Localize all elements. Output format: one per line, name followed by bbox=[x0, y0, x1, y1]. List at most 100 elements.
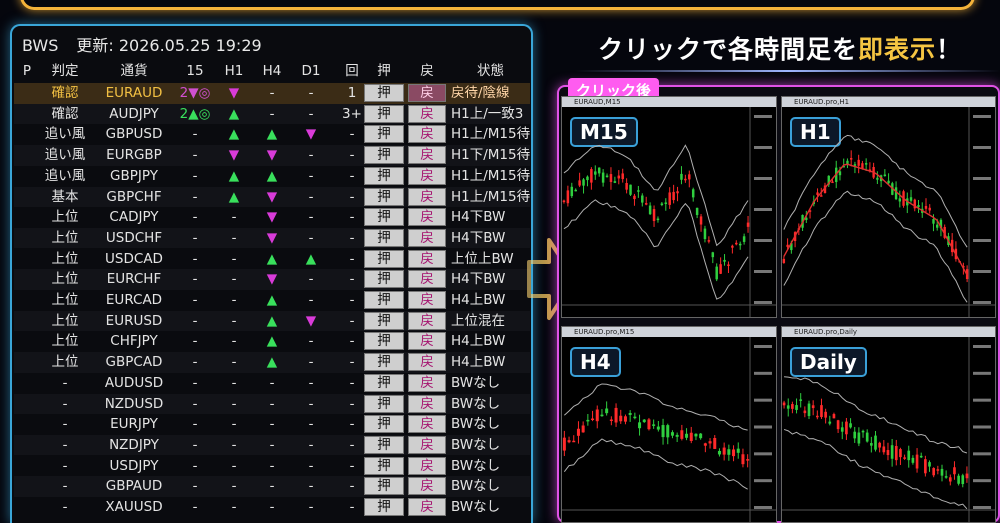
push-button[interactable]: 押 bbox=[364, 373, 404, 392]
back-button[interactable]: 戻 bbox=[408, 249, 446, 268]
back-button[interactable]: 戻 bbox=[408, 456, 446, 475]
cell-pair[interactable]: AUDJPY bbox=[94, 104, 174, 125]
table-row[interactable]: 追い風 GBPJPY - ▲ ▲ - - 押戻 H1上/M15待 bbox=[14, 166, 530, 187]
table-row[interactable]: 上位 CADJPY - - ▼ - - 押戻 H4下BW bbox=[14, 207, 530, 228]
table-row[interactable]: 基本 GBPCHF - ▲ ▼ - - 押戻 H1上/M15待 bbox=[14, 186, 530, 208]
back-button[interactable]: 戻 bbox=[408, 270, 446, 289]
push-button[interactable]: 押 bbox=[364, 228, 404, 247]
cell-pair[interactable]: NZDJPY bbox=[94, 435, 174, 456]
cell-state: H1下/M15待 bbox=[451, 147, 530, 164]
cell-judge: 上位 bbox=[51, 312, 79, 329]
cell-pair[interactable]: USDCHF bbox=[94, 228, 174, 249]
table-row[interactable]: 上位 EURUSD - - ▲ ▼ - 押戻上位混在 bbox=[14, 310, 530, 332]
table-row[interactable]: - NZDUSD - - - - - 押戻 BWなし bbox=[14, 393, 530, 415]
back-button[interactable]: 戻 bbox=[408, 187, 446, 206]
cell-m15: - bbox=[192, 126, 198, 143]
back-button[interactable]: 戻 bbox=[408, 498, 446, 516]
cell-pair[interactable]: GBPJPY bbox=[94, 166, 174, 187]
push-button[interactable]: 押 bbox=[364, 166, 404, 185]
back-button[interactable]: 戻 bbox=[408, 415, 446, 434]
table-row[interactable]: - GBPAUD - - - - - 押戻 BWなし bbox=[14, 476, 530, 497]
back-button[interactable]: 戻 bbox=[408, 104, 446, 123]
cell-pair[interactable]: GBPUSD bbox=[94, 124, 174, 145]
table-row[interactable]: - EURJPY - - - - - 押戻 BWなし bbox=[14, 414, 530, 435]
table-row[interactable]: 上位 USDCHF - - ▼ - - 押戻 H4下BW bbox=[14, 227, 530, 249]
push-button[interactable]: 押 bbox=[364, 435, 404, 454]
cell-pair[interactable]: EURCAD bbox=[94, 290, 174, 311]
push-button[interactable]: 押 bbox=[364, 84, 404, 102]
cell-pair[interactable]: CHFJPY bbox=[94, 331, 174, 352]
table-row[interactable]: 追い風 GBPUSD - ▲ ▲ ▼ - 押戻 H1上/M15待 bbox=[14, 124, 530, 145]
cell-pair[interactable]: GBPCAD bbox=[94, 352, 174, 373]
push-button[interactable]: 押 bbox=[364, 477, 404, 496]
push-button[interactable]: 押 bbox=[364, 311, 404, 330]
cell-h1: ▲ bbox=[228, 105, 240, 122]
cell-pair[interactable]: EURGBP bbox=[94, 145, 174, 166]
table-row[interactable]: - NZDJPY - - - - - 押戻 BWなし bbox=[14, 434, 530, 456]
cell-pair[interactable]: CADJPY bbox=[94, 207, 174, 228]
header-push: 押 bbox=[377, 63, 391, 79]
push-button[interactable]: 押 bbox=[364, 353, 404, 372]
push-button[interactable]: 押 bbox=[364, 187, 404, 206]
back-button[interactable]: 戻 bbox=[408, 332, 446, 351]
cell-p bbox=[18, 331, 36, 352]
push-button[interactable]: 押 bbox=[364, 104, 404, 123]
back-button[interactable]: 戻 bbox=[408, 435, 446, 454]
back-button[interactable]: 戻 bbox=[408, 84, 446, 102]
push-button[interactable]: 押 bbox=[364, 498, 404, 516]
chart-window-daily[interactable]: EURAUD.pro,Daily Daily bbox=[781, 326, 996, 523]
push-button[interactable]: 押 bbox=[364, 125, 404, 144]
table-row[interactable]: - XAUUSD - - - - - 押戻 BWなし bbox=[14, 497, 530, 518]
back-button[interactable]: 戻 bbox=[408, 373, 446, 392]
cell-pair[interactable]: GBPCHF bbox=[94, 187, 174, 208]
cell-pair[interactable]: EURUSD bbox=[94, 311, 174, 332]
chart-window-h1[interactable]: EURAUD.pro,H1 H1 bbox=[781, 96, 996, 318]
cell-judge: - bbox=[62, 478, 68, 495]
table-row[interactable]: 上位 GBPCAD - - ▲ - - 押戻 H4上BW bbox=[14, 352, 530, 373]
cell-d1: - bbox=[308, 416, 314, 433]
table-row[interactable]: 上位 EURCAD - - ▲ - - 押戻 H4上BW bbox=[14, 290, 530, 311]
push-button[interactable]: 押 bbox=[364, 456, 404, 475]
push-button[interactable]: 押 bbox=[364, 249, 404, 268]
back-button[interactable]: 戻 bbox=[408, 477, 446, 496]
back-button[interactable]: 戻 bbox=[408, 228, 446, 247]
push-button[interactable]: 押 bbox=[364, 415, 404, 434]
back-button[interactable]: 戻 bbox=[408, 353, 446, 372]
cell-pair[interactable]: EURAUD bbox=[94, 83, 174, 104]
push-button[interactable]: 押 bbox=[364, 208, 404, 227]
cell-judge: - bbox=[62, 416, 68, 433]
back-button[interactable]: 戻 bbox=[408, 291, 446, 309]
back-button[interactable]: 戻 bbox=[408, 208, 446, 227]
cell-d1: - bbox=[308, 457, 314, 474]
table-row[interactable]: 追い風 EURGBP - ▼ ▼ - - 押戻 H1下/M15待 bbox=[14, 145, 530, 166]
cell-d1: - bbox=[308, 292, 314, 308]
cell-pair[interactable]: EURCHF bbox=[94, 269, 174, 290]
table-row[interactable]: 上位 EURCHF - - ▼ - - 押戻 H4下BW bbox=[14, 269, 530, 290]
chart-window-h4[interactable]: EURAUD.pro,M15 H4 bbox=[561, 326, 777, 523]
cell-pair[interactable]: EURJPY bbox=[94, 414, 174, 435]
push-button[interactable]: 押 bbox=[364, 270, 404, 289]
table-row[interactable]: - AUDUSD - - - - - 押戻 BWなし bbox=[14, 373, 530, 394]
table-row[interactable]: 上位 USDCAD - - ▲ ▲ - 押戻上位上BW bbox=[14, 249, 530, 270]
table-row[interactable]: 確認 AUDJPY 2▲◎ ▲ - -3+ 押戻 H1上/一致3 bbox=[14, 103, 530, 125]
push-button[interactable]: 押 bbox=[364, 291, 404, 309]
back-button[interactable]: 戻 bbox=[408, 166, 446, 185]
cell-pair[interactable]: USDCAD bbox=[94, 249, 174, 270]
push-button[interactable]: 押 bbox=[364, 394, 404, 413]
chart-window-m15[interactable]: EURAUD,M15 M15 bbox=[561, 96, 777, 318]
cell-pair[interactable]: XAUUSD bbox=[94, 497, 174, 518]
back-button[interactable]: 戻 bbox=[408, 146, 446, 165]
back-button[interactable]: 戻 bbox=[408, 311, 446, 330]
table-row[interactable]: 上位 CHFJPY - - ▲ - - 押戻 H4上BW bbox=[14, 331, 530, 352]
back-button[interactable]: 戻 bbox=[408, 125, 446, 144]
push-button[interactable]: 押 bbox=[364, 146, 404, 165]
cell-pair[interactable]: GBPAUD bbox=[94, 476, 174, 497]
push-button[interactable]: 押 bbox=[364, 332, 404, 351]
cell-pair[interactable]: NZDUSD bbox=[94, 394, 174, 415]
back-button[interactable]: 戻 bbox=[408, 394, 446, 413]
table-row[interactable]: 確認 EURAUD 2▼◎ ▼ - -1 押戻戻待/陰線 bbox=[14, 83, 530, 104]
cell-pair[interactable]: USDJPY bbox=[94, 456, 174, 477]
table-row[interactable]: - USDJPY - - - - - 押戻 BWなし bbox=[14, 456, 530, 477]
cell-judge: 追い風 bbox=[44, 167, 86, 184]
cell-pair[interactable]: AUDUSD bbox=[94, 373, 174, 394]
